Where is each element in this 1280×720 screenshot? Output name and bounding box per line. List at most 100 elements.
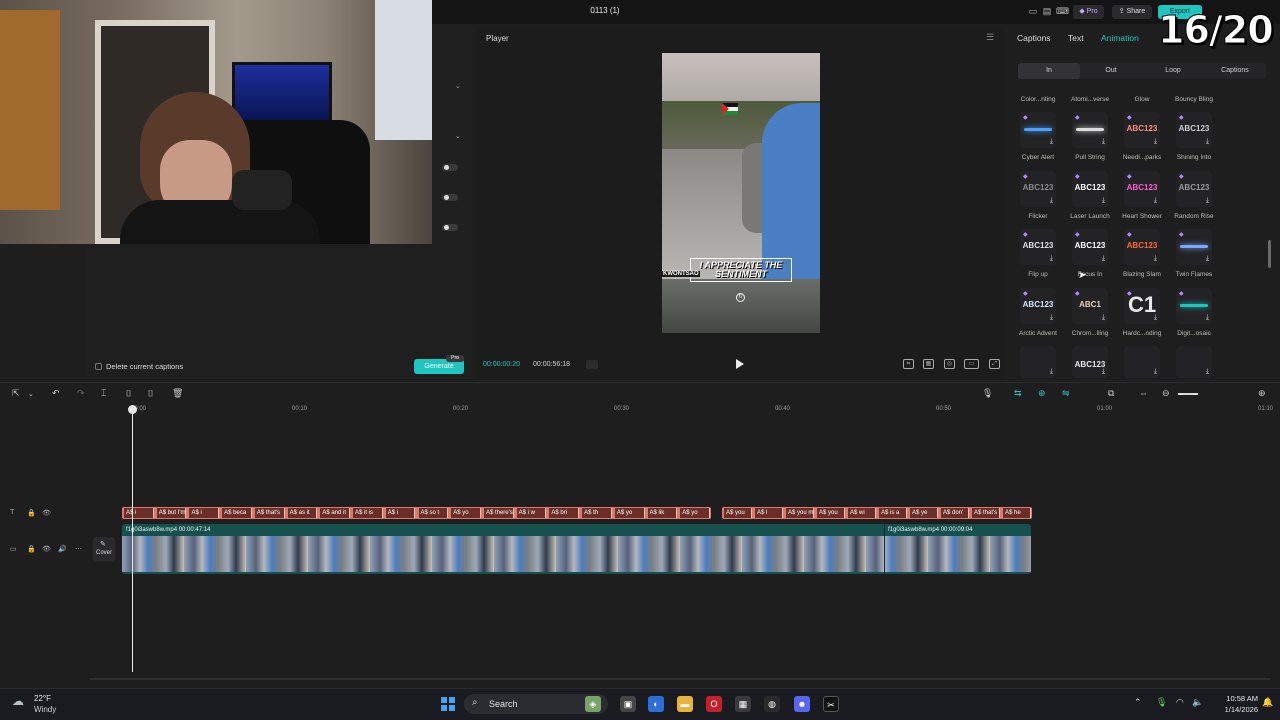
download-icon[interactable]: ⤓ xyxy=(1206,138,1209,146)
ratio-icon[interactable]: ▭ xyxy=(964,359,979,369)
animation-preset[interactable]: ◆ ⤓ xyxy=(1176,288,1212,324)
download-icon[interactable]: ⤓ xyxy=(1154,314,1157,322)
caption-segment[interactable]: A$ you xyxy=(724,508,752,518)
link-icon[interactable]: ⇆ xyxy=(1014,388,1022,399)
panel-scrollbar[interactable] xyxy=(1268,240,1271,268)
caption-segment[interactable]: A$ he xyxy=(1003,508,1031,518)
lock-icon[interactable]: 🔒 xyxy=(27,545,36,553)
download-icon[interactable]: ⤓ xyxy=(1102,314,1105,322)
animation-preset[interactable]: ABC123 ◆ ⤓ xyxy=(1124,112,1160,148)
video-preview[interactable] xyxy=(662,53,820,333)
zoom-in-icon[interactable]: ⊕ xyxy=(1258,388,1266,399)
weather-temperature[interactable]: 22°F xyxy=(34,694,51,703)
animation-preset[interactable]: ABC123 ⤓ xyxy=(1072,346,1108,378)
share-button[interactable]: ⇪ Share xyxy=(1112,5,1152,19)
opera-icon[interactable]: O xyxy=(706,696,722,712)
tab-animation[interactable]: Animation xyxy=(1101,33,1139,43)
playhead-handle[interactable] xyxy=(128,405,137,414)
caption-segment[interactable]: A$ th xyxy=(582,508,612,518)
caption-segment[interactable]: A$ there's t xyxy=(483,508,514,518)
download-icon[interactable]: ⤓ xyxy=(1102,255,1105,263)
caption-segment[interactable]: A$ l xyxy=(755,508,783,518)
clock-date[interactable]: 1/14/2026 xyxy=(1214,705,1258,714)
magnet-icon[interactable]: ⊕ xyxy=(1038,388,1046,399)
play-icon[interactable] xyxy=(736,359,744,369)
caption-segment[interactable]: A$ bri xyxy=(549,508,580,518)
caption-segment[interactable]: A$ so t xyxy=(418,508,449,518)
animation-preset[interactable]: ABC123 ◆ ⤓ xyxy=(1176,112,1212,148)
select-tool-icon[interactable]: ⇱ xyxy=(12,388,20,399)
notification-icon[interactable]: 🔔 xyxy=(1262,697,1273,708)
caption-segment[interactable]: A$ is a xyxy=(879,508,907,518)
caption-track-a[interactable]: A$ iA$ but I'm gA$ iA$ becaA$ that'sA$ a… xyxy=(122,507,711,519)
redo-icon[interactable]: ↷ xyxy=(77,388,85,399)
download-icon[interactable]: ⤓ xyxy=(1154,197,1157,205)
split-left-icon[interactable]: ⌷ xyxy=(126,388,131,399)
caption-segment[interactable]: A$ you xyxy=(817,508,845,518)
caption-segment[interactable]: A$ i xyxy=(124,508,154,518)
animation-preset[interactable]: C1 ◆ ⤓ xyxy=(1124,288,1160,324)
caption-segment[interactable]: A$ lik xyxy=(647,508,678,518)
split-icon[interactable]: ⌶ xyxy=(101,388,106,399)
fit-icon[interactable]: ⇔ xyxy=(1139,388,1148,398)
animation-preset[interactable]: ABC123 ◆ ⤓ xyxy=(1124,171,1160,207)
animation-preset[interactable]: ABC123 ◆ ⤓ xyxy=(1072,171,1108,207)
download-icon[interactable]: ⤓ xyxy=(1154,138,1157,146)
caption-segment[interactable]: A$ that's xyxy=(972,508,1000,518)
tab-captions[interactable]: Captions xyxy=(1017,33,1051,43)
chevron-down-icon[interactable]: ⌄ xyxy=(455,82,461,90)
download-icon[interactable]: ⤓ xyxy=(1102,197,1105,205)
animation-preset[interactable]: ◆ ⤓ xyxy=(1020,112,1056,148)
keyboard-icon[interactable]: ⌨ xyxy=(1056,6,1069,16)
toggle-switch[interactable] xyxy=(442,164,458,171)
timecode-toggle[interactable] xyxy=(586,360,598,369)
windows-start-icon[interactable] xyxy=(441,697,455,711)
chevron-down-icon[interactable]: ⌄ xyxy=(28,390,34,398)
eye-icon[interactable]: 👁 xyxy=(42,545,51,553)
caption-segment[interactable]: A$ i xyxy=(385,508,416,518)
capcut-icon[interactable]: ✂ xyxy=(823,696,839,712)
caption-segment[interactable]: A$ beca xyxy=(222,508,252,518)
weather-icon[interactable]: ☁ xyxy=(12,694,28,710)
microphone-icon[interactable]: 🎙 xyxy=(982,388,993,399)
download-icon[interactable]: ⤓ xyxy=(1154,255,1157,263)
download-icon[interactable]: ⤓ xyxy=(1050,138,1053,146)
download-icon[interactable]: ⤓ xyxy=(1206,314,1209,322)
tab-text[interactable]: Text xyxy=(1068,33,1084,43)
chrome-icon[interactable]: ◍ xyxy=(764,696,780,712)
animation-preset[interactable]: ABC123 ◆ ⤓ xyxy=(1020,229,1056,265)
preview-axis-icon[interactable]: ⧉ xyxy=(1108,388,1114,399)
discord-icon[interactable]: ☻ xyxy=(794,696,810,712)
delete-icon[interactable]: 🗑 xyxy=(172,388,183,399)
pro-button[interactable]: ◆ Pro xyxy=(1073,5,1104,19)
quality-icon[interactable]: ▦ xyxy=(923,359,934,369)
animation-preset[interactable]: ABC123 ◆ ⤓ xyxy=(1176,171,1212,207)
menu-icon[interactable]: ☰ xyxy=(986,32,994,43)
animation-preset[interactable]: ABC123 ◆ ⤓ xyxy=(1020,171,1056,207)
animation-preset[interactable]: ⤓ xyxy=(1020,346,1056,378)
caption-segment[interactable]: A$ wi xyxy=(848,508,876,518)
caption-segment[interactable]: A$ that's xyxy=(254,508,285,518)
chevron-down-icon[interactable]: ⌄ xyxy=(455,132,461,140)
microphone-tray-icon[interactable]: 🎙 xyxy=(1156,697,1167,708)
file-explorer-icon[interactable]: ▬ xyxy=(677,696,693,712)
caption-segment[interactable]: A$ i xyxy=(189,508,220,518)
download-icon[interactable]: ⤓ xyxy=(1102,138,1105,146)
caption-segment[interactable]: A$ you m xyxy=(786,508,814,518)
animation-preset[interactable]: ABC123 ◆ ⤓ xyxy=(1020,288,1056,324)
playhead[interactable] xyxy=(132,408,133,672)
download-icon[interactable]: ⤓ xyxy=(1050,197,1053,205)
delete-captions-checkbox[interactable] xyxy=(95,363,102,370)
task-view-icon[interactable]: ▣ xyxy=(620,696,636,712)
store-icon[interactable]: ▦ xyxy=(735,696,751,712)
caption-segment[interactable]: A$ yo xyxy=(680,508,710,518)
download-icon[interactable]: ⤓ xyxy=(1050,255,1053,263)
eye-icon[interactable]: 👁 xyxy=(42,509,51,517)
snap-icon[interactable]: ⇋ xyxy=(1062,388,1070,399)
subtab-out[interactable]: Out xyxy=(1080,63,1142,79)
wifi-icon[interactable]: ◠ xyxy=(1176,697,1184,708)
animation-preset[interactable]: ◆ ⤓ xyxy=(1072,112,1108,148)
download-icon[interactable]: ⤓ xyxy=(1102,368,1105,376)
copilot-icon[interactable]: ◐ xyxy=(648,696,664,712)
subtab-captions[interactable]: Captions xyxy=(1204,63,1266,79)
